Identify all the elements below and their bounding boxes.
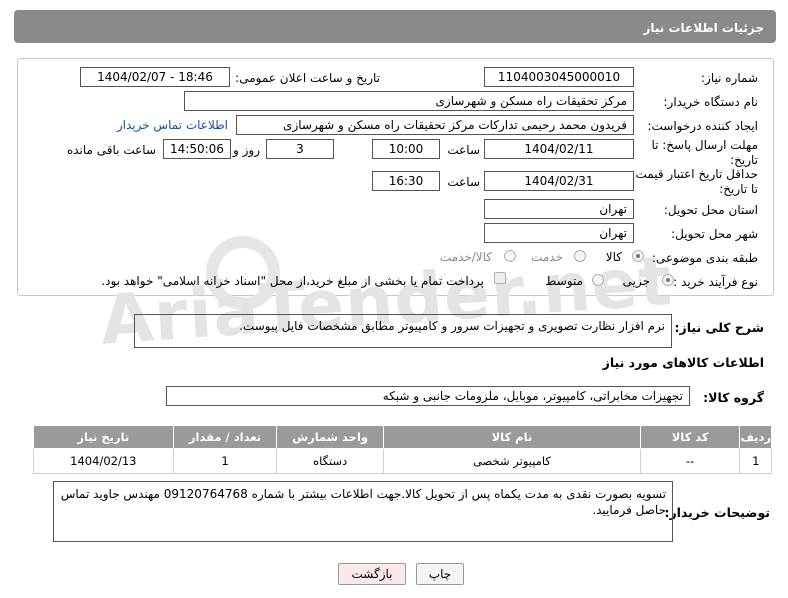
unit-cell: دستگاه [276, 448, 384, 474]
province-label: استان محل تحویل: [663, 203, 758, 217]
days-field: 3 [266, 139, 334, 159]
goods-section-title: اطلاعات کالاهای مورد نیاز [602, 355, 764, 370]
category-radio-goods-service[interactable] [504, 250, 516, 262]
need-number-label: شماره نیاز: [701, 71, 758, 85]
column-header: ردیف [739, 425, 772, 449]
column-header: واحد شمارش [276, 425, 384, 449]
validity-time-label: ساعت [447, 175, 480, 189]
treasury-payment-note: پرداخت تمام یا بخشی از مبلغ خرید،از محل … [101, 274, 484, 288]
validity-time-field: 16:30 [372, 171, 440, 191]
description-text: نرم افزار نظارت تصویری و تجهیزات سرور و … [239, 319, 665, 333]
validity-date-field: 1404/02/31 [484, 171, 634, 191]
buyer-org-field: مرکز تحقیقات راه مسکن و شهرسازی [184, 91, 634, 111]
process-radio-minor[interactable] [662, 274, 674, 286]
deadline-date-field: 1404/02/11 [484, 139, 634, 159]
announce-field: 1404/02/07 - 18:46 [80, 67, 230, 87]
goods-group-label: گروه کالا: [703, 390, 764, 405]
print-button[interactable]: چاپ [416, 563, 464, 585]
category-radio-service[interactable] [574, 250, 586, 262]
creator-field: فریدون محمد رحیمی تدارکات مرکز تحقیقات ر… [236, 115, 634, 135]
category-radio-goods[interactable] [632, 250, 644, 262]
creator-label: ایجاد کننده درخواست: [647, 119, 758, 133]
description-label: شرح کلی نیاز: [674, 320, 764, 335]
validity-label-line2: تا تاریخ: [719, 182, 758, 196]
city-label: شهر محل تحویل: [671, 227, 758, 241]
need-number-field: 1104003045000010 [484, 67, 634, 87]
category-option-goods-service: کالا/خدمت [439, 250, 492, 264]
page-title: جزئیات اطلاعات نیاز [643, 21, 764, 35]
table-row: 1 -- کامپیوتر شخصی دستگاه 1 1404/02/13 [33, 448, 772, 474]
column-header: تعداد / مقدار [172, 425, 278, 449]
deadline-time-label: ساعت [447, 143, 480, 157]
buyer-org-label: نام دستگاه خریدار: [663, 95, 759, 109]
column-header: تاریخ نیاز [33, 425, 174, 449]
remaining-label: ساعت باقی مانده [66, 143, 156, 157]
quantity-cell: 1 [172, 448, 278, 474]
buyer-notes-label: توضیحات خریدار: [664, 505, 770, 520]
column-header: نام کالا [382, 425, 641, 449]
category-option-goods: کالا [605, 250, 622, 264]
category-option-service: خدمت [531, 250, 563, 264]
contact-info-link[interactable]: اطلاعات تماس خریدار [117, 118, 228, 132]
province-field: تهران [484, 199, 634, 219]
row-number-cell: 1 [739, 448, 772, 474]
buyer-notes-textarea[interactable]: تسویه بصورت نقدی به مدت یکماه پس از تحوی… [53, 481, 673, 542]
process-label: نوع فرآیند خرید : [673, 275, 758, 289]
treasury-payment-checkbox[interactable] [494, 272, 506, 284]
deadline-label-line2: تاریخ: [730, 153, 758, 167]
goods-name-cell: کامپیوتر شخصی [382, 448, 641, 474]
days-label: روز و [233, 143, 260, 157]
category-label: طبقه بندی موضوعی: [651, 251, 758, 265]
process-radio-medium[interactable] [592, 274, 604, 286]
goods-group-field: تجهیزات مخابراتی، کامپیوتر، موبایل، ملزو… [166, 386, 690, 406]
goods-table: ردیف کد کالا نام کالا واحد شمارش تعداد /… [33, 425, 772, 474]
need-date-cell: 1404/02/13 [33, 448, 174, 474]
page: جزئیات اطلاعات نیاز AriaTender.net شماره… [0, 0, 788, 598]
goods-table-header: ردیف کد کالا نام کالا واحد شمارش تعداد /… [33, 425, 772, 449]
remaining-time-field: 14:50:06 [163, 139, 231, 159]
announce-label: تاریخ و ساعت اعلان عمومی: [235, 71, 380, 85]
deadline-label-line1: مهلت ارسال پاسخ: تا [651, 138, 758, 152]
column-header: کد کالا [639, 425, 741, 449]
validity-label-line1: حداقل تاریخ اعتبار قیمت: [631, 167, 758, 181]
description-textarea[interactable]: نرم افزار نظارت تصویری و تجهیزات سرور و … [134, 314, 672, 348]
back-button[interactable]: بازگشت [338, 563, 406, 585]
process-option-medium: متوسط [545, 274, 583, 288]
goods-code-cell: -- [639, 448, 741, 474]
city-field: تهران [484, 223, 634, 243]
deadline-time-field: 10:00 [372, 139, 440, 159]
buyer-notes-text: تسویه بصورت نقدی به مدت یکماه پس از تحوی… [60, 487, 666, 517]
page-header: جزئیات اطلاعات نیاز [14, 10, 776, 43]
process-option-minor: جزیی [622, 274, 650, 288]
